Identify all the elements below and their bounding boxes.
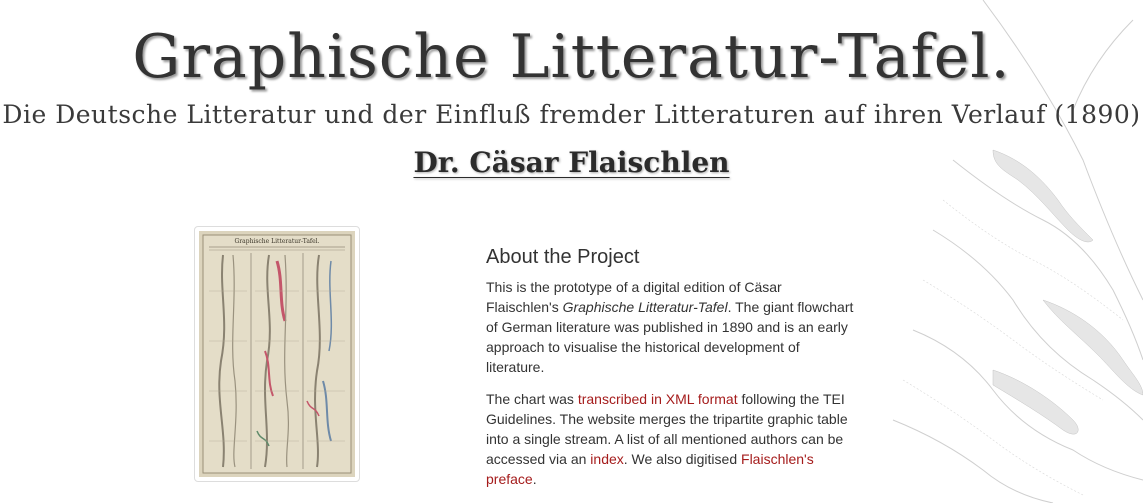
about-heading: About the Project [486, 246, 640, 268]
page-subtitle: Die Deutsche Litteratur und der Einfluß … [2, 100, 1141, 129]
author-name[interactable]: Dr. Cäsar Flaischlen [0, 146, 1143, 179]
xml-format-link[interactable]: transcribed in XML format [578, 391, 738, 407]
about-p2-text-end: . [532, 471, 537, 487]
chart-thumbnail-image: Graphische Litteratur-Tafel. [199, 231, 355, 477]
about-p1-title-emphasis: Graphische Litteratur-Tafel [562, 299, 728, 315]
about-p2-text-start: The chart was [486, 391, 578, 407]
about-p2-text-mid2: . We also digitised [623, 451, 742, 467]
index-link[interactable]: index [590, 451, 623, 467]
page-title: Graphische Litteratur-Tafel. [132, 22, 1011, 92]
about-paragraph-2: The chart was transcribed in XML format … [486, 389, 856, 489]
thumbnail-mini-title: Graphische Litteratur-Tafel. [234, 238, 319, 245]
about-paragraph-1: This is the prototype of a digital editi… [486, 277, 856, 377]
chart-thumbnail[interactable]: Graphische Litteratur-Tafel. [194, 226, 360, 482]
about-section: About the Project This is the prototype … [486, 246, 856, 501]
